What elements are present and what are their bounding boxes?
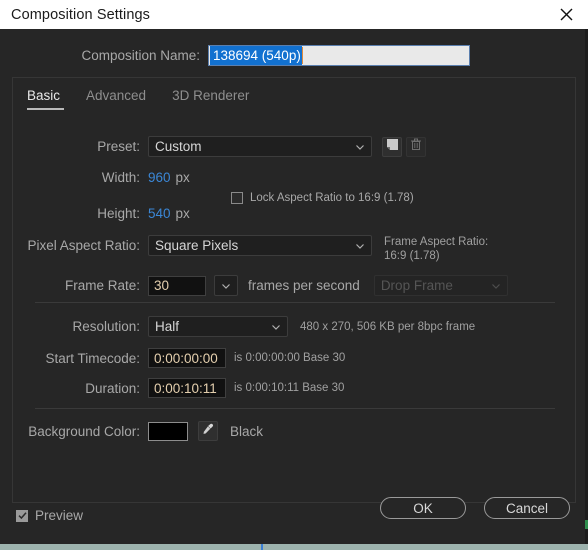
tab-advanced-label: Advanced [86,88,147,103]
tab-basic[interactable]: Basic [27,88,65,110]
height-unit: px [175,206,190,221]
frame-rate-unit-label: frames per second [248,278,360,293]
lock-aspect-ratio-label: Lock Aspect Ratio to 16:9 (1.78) [250,192,414,204]
resolution-value: Half [155,319,180,334]
drop-frame-value: Drop Frame [380,278,453,293]
height-label: Height: [97,206,140,221]
tab-basic-label: Basic [27,88,61,103]
background-color-row: Background Color: Black [13,421,263,441]
text-caret [301,47,303,64]
height-row: Height: 540 px [13,206,190,221]
resolution-label: Resolution: [72,319,140,334]
pixel-aspect-ratio-value: Square Pixels [155,238,239,253]
duration-row: Duration: 0:00:10:11 is 0:00:10:11 Base … [13,378,344,398]
background-color-label: Background Color: [28,423,140,439]
start-timecode-info: is 0:00:00:00 Base 30 [234,352,346,364]
preview-label: Preview [35,508,84,523]
composition-name-label: Composition Name: [81,48,200,63]
start-timecode-label: Start Timecode: [45,350,140,366]
dialog-title-bar: Composition Settings [0,0,588,29]
close-icon [560,8,573,21]
delete-preset-button[interactable] [406,136,426,157]
cancel-button[interactable]: Cancel [484,497,570,519]
preview-toggle[interactable]: Preview [16,508,83,523]
width-label: Width: [101,170,140,185]
duration-input[interactable]: 0:00:10:11 [148,378,226,398]
resolution-row: Resolution: Half 480 x 270, 506 KB per 8… [13,316,475,337]
save-preset-icon [386,138,399,156]
composition-name-input[interactable]: 138694 (540p) [208,45,470,66]
preset-row: Preset: Custom [13,136,575,157]
width-value[interactable]: 960 [148,170,171,185]
resolution-dropdown[interactable]: Half [148,316,288,337]
chevron-down-icon [356,144,364,150]
pixel-aspect-ratio-label: Pixel Aspect Ratio: [27,238,140,253]
frame-rate-row: Frame Rate: 30 frames per second Drop Fr… [13,275,508,296]
cancel-button-label: Cancel [505,500,549,516]
tab-3d-renderer-label: 3D Renderer [172,88,250,103]
trash-icon [410,138,422,156]
duration-label: Duration: [85,380,140,396]
background-color-swatch[interactable] [148,421,188,441]
duration-value: 0:00:10:11 [154,380,217,396]
start-timecode-input[interactable]: 0:00:00:00 [148,348,226,368]
background-color-name: Black [230,423,264,439]
dialog-body: Composition Name: 138694 (540p) Basic Ad… [0,29,588,503]
divider-1 [35,302,555,303]
chevron-down-icon [272,324,280,330]
composition-settings-dialog: Composition Settings Composition Name: 1… [0,0,588,544]
chevron-down-icon [356,243,364,249]
chevron-down-icon [222,283,230,289]
check-icon [17,512,27,520]
eyedropper-icon [201,422,215,441]
composition-name-row: Composition Name: 138694 (540p) [12,45,576,66]
duration-info: is 0:00:10:11 Base 30 [234,382,345,394]
background-app-strip [0,544,588,550]
preset-value: Custom [155,139,202,154]
preview-checkbox[interactable] [16,509,28,522]
frame-aspect-ratio-label: Frame Aspect Ratio: [384,236,489,248]
start-timecode-row: Start Timecode: 0:00:00:00 is 0:00:00:00… [13,348,345,368]
ok-button[interactable]: OK [380,497,466,519]
composition-name-value: 138694 (540p) [210,46,302,65]
lock-aspect-ratio-checkbox[interactable] [231,192,243,204]
width-row: Width: 960 px [13,170,190,185]
pixel-aspect-ratio-row: Pixel Aspect Ratio: Square Pixels Frame … [13,235,488,263]
settings-panel: Basic Advanced 3D Renderer Preset: Custo… [12,77,576,503]
width-unit: px [175,170,190,185]
frame-aspect-ratio-value: 16:9 (1.78) [384,250,440,262]
tab-advanced[interactable]: Advanced [86,88,160,110]
tab-bar: Basic Advanced 3D Renderer [13,78,275,110]
frame-rate-label: Frame Rate: [64,278,140,293]
tab-3d-renderer[interactable]: 3D Renderer [172,88,263,110]
resolution-info: 480 x 270, 506 KB per 8bpc frame [300,320,476,333]
divider-2 [35,408,555,409]
frame-rate-value: 30 [154,278,170,293]
eyedropper-button[interactable] [198,421,218,441]
frame-aspect-ratio-info: Frame Aspect Ratio: 16:9 (1.78) [384,235,488,263]
close-button[interactable] [544,0,588,29]
drop-frame-dropdown[interactable]: Drop Frame [373,275,508,296]
preset-label: Preset: [97,139,140,154]
pixel-aspect-ratio-dropdown[interactable]: Square Pixels [148,235,372,256]
preset-dropdown[interactable]: Custom [148,136,372,157]
ok-button-label: OK [413,500,433,516]
frame-rate-input[interactable]: 30 [148,275,206,296]
frame-rate-dropdown[interactable] [214,275,238,296]
background-playhead-marker [261,544,263,550]
start-timecode-value: 0:00:00:00 [154,350,218,366]
height-value[interactable]: 540 [148,206,171,221]
save-preset-button[interactable] [382,136,402,157]
chevron-down-icon [491,283,500,289]
page-title: Composition Settings [11,6,151,23]
lock-aspect-ratio-row[interactable]: Lock Aspect Ratio to 16:9 (1.78) [231,192,414,204]
